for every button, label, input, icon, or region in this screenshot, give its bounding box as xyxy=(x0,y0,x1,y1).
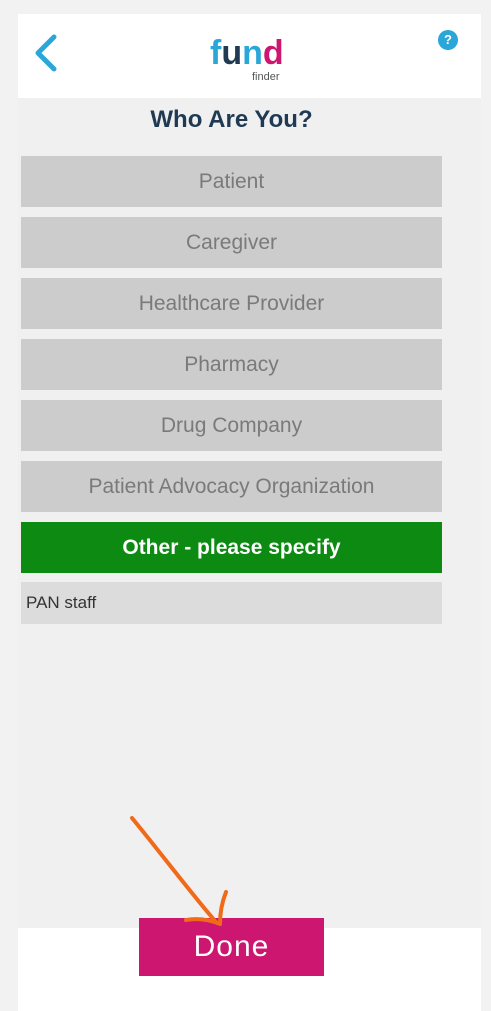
option-caregiver[interactable]: Caregiver xyxy=(21,217,442,268)
option-label: Healthcare Provider xyxy=(138,291,325,315)
page-title: Who Are You? xyxy=(150,106,313,133)
option-patient[interactable]: Patient xyxy=(21,156,442,207)
option-healthcare-provider[interactable]: Healthcare Provider xyxy=(21,278,442,329)
role-options-list: Patient Caregiver Healthcare Provider Ph… xyxy=(21,156,442,624)
option-label: Other - please specify xyxy=(122,535,341,559)
option-label: Patient Advocacy Organization xyxy=(88,474,375,498)
fund-finder-logo: fund finder xyxy=(210,34,284,83)
option-other-selected[interactable]: Other - please specify xyxy=(21,522,442,573)
other-specify-input[interactable] xyxy=(21,582,442,624)
logo-text: fund xyxy=(210,34,284,72)
app-header: fund finder ? xyxy=(18,14,481,98)
option-label: Caregiver xyxy=(185,230,278,254)
help-button[interactable]: ? xyxy=(438,30,458,50)
option-drug-company[interactable]: Drug Company xyxy=(21,400,442,451)
logo-subtext: finder xyxy=(252,71,280,83)
chevron-left-icon xyxy=(35,34,57,72)
done-button-label: Done xyxy=(193,930,270,963)
option-patient-advocacy-organization[interactable]: Patient Advocacy Organization xyxy=(21,461,442,512)
back-button[interactable] xyxy=(28,32,62,74)
question-circle-icon: ? xyxy=(444,32,452,47)
option-pharmacy[interactable]: Pharmacy xyxy=(21,339,442,390)
option-label: Pharmacy xyxy=(184,352,279,376)
option-label: Drug Company xyxy=(160,413,303,437)
option-label: Patient xyxy=(198,169,265,193)
done-button[interactable]: Done xyxy=(139,918,324,976)
